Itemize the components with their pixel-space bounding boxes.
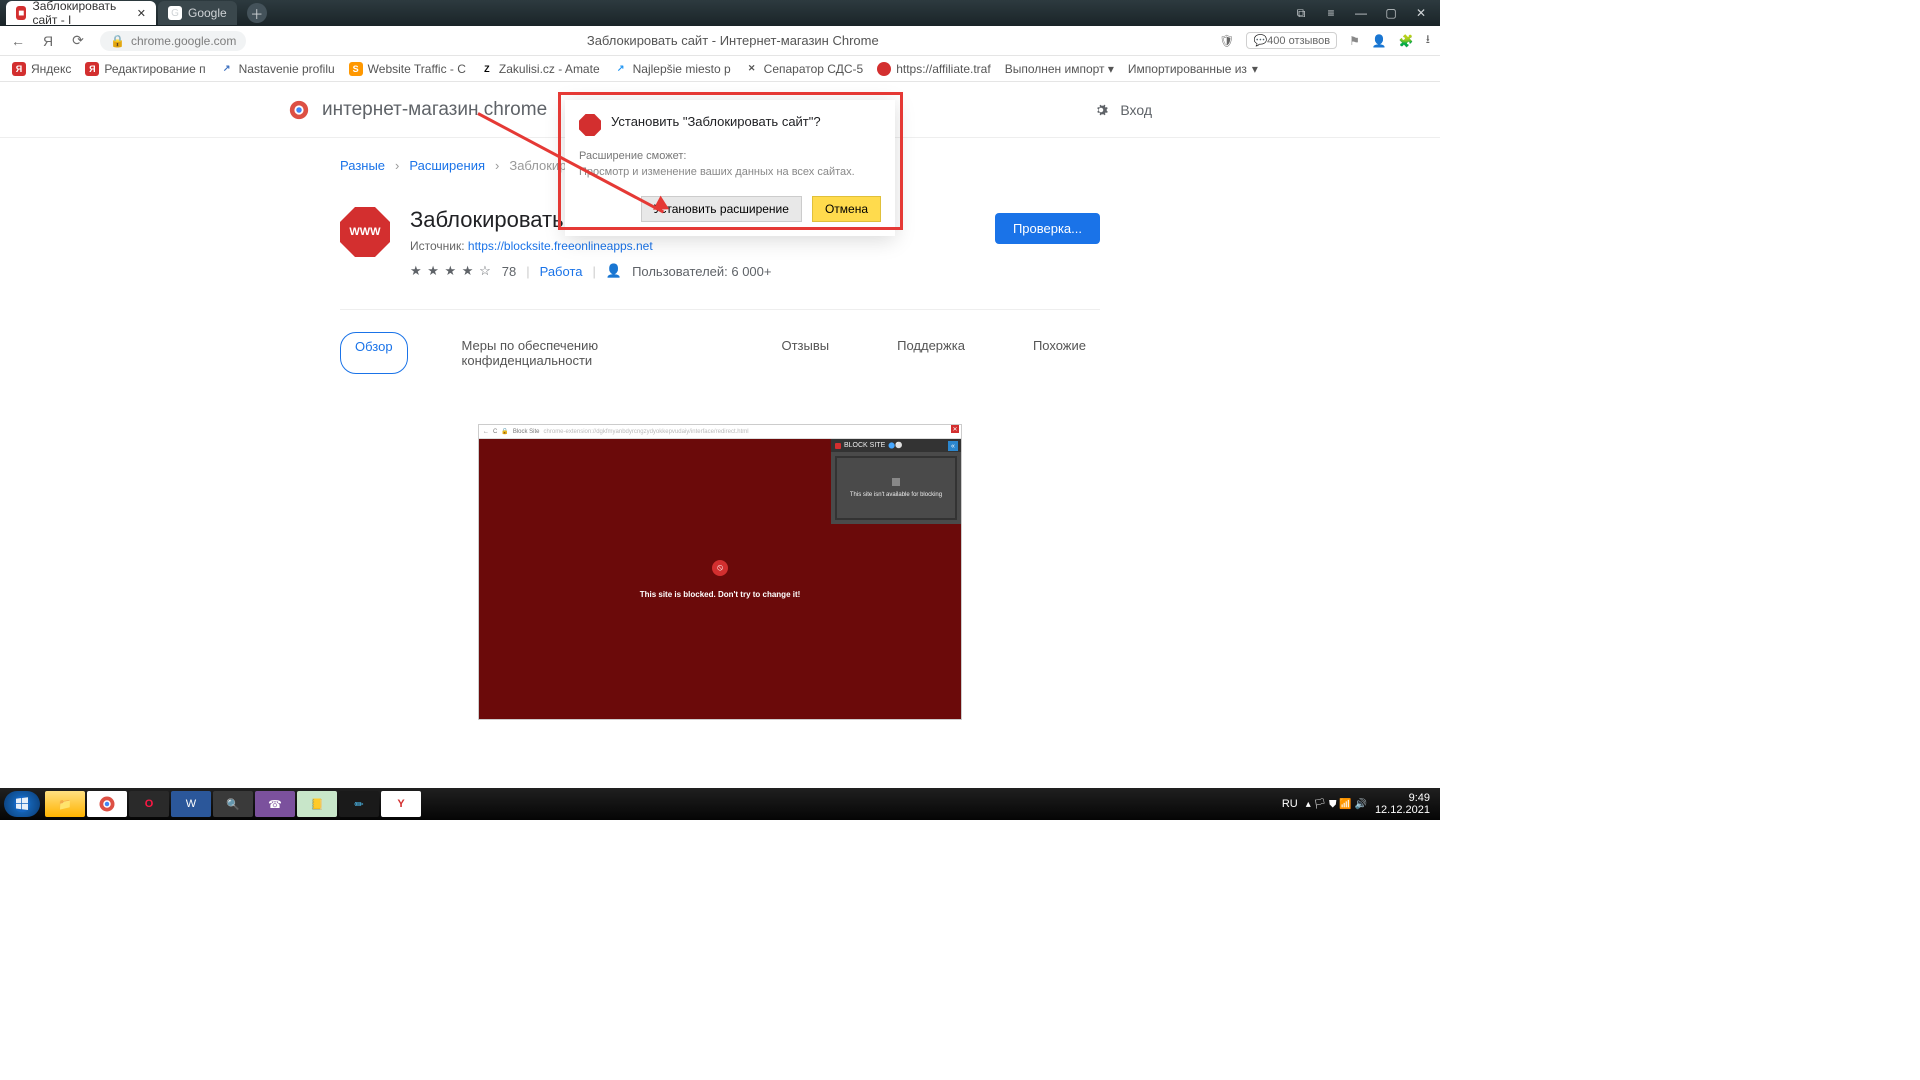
signin-link[interactable]: Вход [1092,101,1152,119]
install-check-button[interactable]: Проверка... [995,213,1100,244]
dialog-extension-icon [579,114,601,136]
reviews-pill[interactable]: 💬400 отзывов [1246,32,1337,49]
protect-icon[interactable]: 🛡 [1219,34,1234,48]
store-brand[interactable]: интернет-магазин chrome [288,99,547,121]
extension-icon: WWW [340,207,390,257]
extension-source: Источник: https://blocksite.freeonlineap… [410,239,772,253]
extension-tabs: Обзор Меры по обеспечению конфиденциальн… [340,332,1100,374]
bookmark-item[interactable]: ↗Najlepšie miesto p [614,62,731,76]
blocked-message: This site is blocked. Don't try to chang… [640,590,801,599]
bookmark-folder[interactable]: Выполнен импорт ▾ [1005,62,1114,76]
minimize-button[interactable]: — [1352,6,1370,21]
taskbar-language[interactable]: RU [1282,798,1298,810]
cancel-button[interactable]: Отмена [812,196,881,222]
address-bar[interactable]: 🔒 chrome.google.com [100,31,246,51]
bookmark-icon[interactable]: ⚑ [1349,34,1360,48]
chevron-right-icon: › [395,158,399,173]
chrome-store-logo-icon [288,99,310,121]
windows-taskbar: 📁 O W 🔍 ☎ 📒 ✏ Y RU ▴ 🏳 ⛊ 📶 🔊 9:49 12.12.… [0,788,1440,820]
dialog-title: Установить "Заблокировать сайт"? [611,114,821,129]
bookmark-item[interactable]: ZZakulisi.cz - Amate [480,62,600,76]
taskbar-app-chrome[interactable] [87,791,127,817]
bookmark-item[interactable]: ЯРедактирование п [85,62,205,76]
rating-count: 78 [502,264,516,279]
tablo-icon[interactable]: ⧉ [1292,6,1310,21]
category-link[interactable]: Работа [540,264,583,279]
browser-tab-inactive[interactable]: G Google [158,1,237,25]
bookmark-folder[interactable]: Импортированные из ▾ [1128,62,1258,76]
users-count: Пользователей: 6 000+ [632,264,771,279]
popup-close-icon: « [948,441,958,451]
favicon-icon: G [168,6,182,20]
taskbar-app-magnifier[interactable]: 🔍 [213,791,253,817]
install-dialog: Установить "Заблокировать сайт"? Расшире… [565,100,895,236]
breadcrumb-home[interactable]: Разные [340,158,385,173]
downloads-icon[interactable]: ⭳ [1426,30,1430,51]
tab-label: Заблокировать сайт - I [32,0,126,27]
tab-close-icon[interactable]: ✕ [137,7,146,20]
maximize-button[interactable]: ▢ [1382,6,1400,21]
taskbar-app-viber[interactable]: ☎ [255,791,295,817]
dialog-subtitle: Расширение сможет: [579,150,881,162]
taskbar-app-opera[interactable]: O [129,791,169,817]
tray-icons[interactable]: ▴ 🏳 ⛊ 📶 🔊 [1306,799,1367,810]
tab-label: Google [188,6,227,20]
browser-toolbar: ← Я ⟳ 🔒 chrome.google.com Заблокировать … [0,26,1440,56]
lock-icon: 🔒 [110,34,125,48]
yandex-home-icon[interactable]: Я [40,33,56,49]
screenshot-close-icon: ✕ [951,425,959,433]
bookmark-item[interactable]: ↗Nastavenie profilu [220,62,335,76]
favicon-icon: ■ [16,6,26,20]
bookmark-item[interactable]: ЯЯндекс [12,62,71,76]
star-rating-icon: ★ ★ ★ ★ ☆ [410,263,492,279]
windows-logo-icon [13,795,31,813]
taskbar-clock[interactable]: 9:49 12.12.2021 [1375,792,1430,816]
close-window-button[interactable]: ✕ [1412,6,1430,21]
chevron-right-icon: › [495,158,499,173]
taskbar-app-paint[interactable]: ✏ [339,791,379,817]
extensions-icon[interactable]: 🧩 [1399,34,1414,48]
window-titlebar: ■ Заблокировать сайт - I ✕ G Google ＋ ⧉ … [0,0,1440,26]
screenshot-body: ⦸ This site is blocked. Don't try to cha… [479,439,961,719]
page-title: Заблокировать сайт - Интернет-магазин Ch… [260,33,1205,48]
back-button[interactable]: ← [10,33,26,49]
bookmarks-bar: ЯЯндекс ЯРедактирование п ↗Nastavenie pr… [0,56,1440,82]
divider [340,309,1100,310]
tab-overview[interactable]: Обзор [340,332,408,374]
tab-support[interactable]: Поддержка [883,332,979,374]
screenshot-popup: BLOCK SITE ⬤⚪ « This site isn't availabl… [831,439,961,524]
url-text: chrome.google.com [131,34,236,48]
gear-icon [1092,101,1110,119]
profile-icon[interactable]: 👤 [1372,34,1387,48]
start-button[interactable] [4,791,40,817]
extension-screenshot: ←C🔒 Block Site chrome-extension://dgkfmy… [478,424,962,720]
block-icon: ⦸ [712,560,728,576]
new-tab-button[interactable]: ＋ [247,3,267,23]
taskbar-app-yandex[interactable]: Y [381,791,421,817]
browser-tab-active[interactable]: ■ Заблокировать сайт - I ✕ [6,1,156,25]
tab-reviews[interactable]: Отзывы [767,332,843,374]
taskbar-app-notes[interactable]: 📒 [297,791,337,817]
dialog-permission: Просмотр и изменение ваших данных на все… [579,166,881,178]
tab-privacy[interactable]: Меры по обеспечению конфиденциальности [448,332,728,374]
reload-button[interactable]: ⟳ [70,32,86,49]
bookmark-item[interactable]: ✕Сепаратор СДС-5 [745,62,864,76]
taskbar-app-word[interactable]: W [171,791,211,817]
bookmark-item[interactable]: SWebsite Traffic - C [349,62,466,76]
screenshot-addressbar: ←C🔒 Block Site chrome-extension://dgkfmy… [479,425,961,439]
breadcrumb-ext[interactable]: Расширения [409,158,485,173]
taskbar-app-explorer[interactable]: 📁 [45,791,85,817]
tab-related[interactable]: Похожие [1019,332,1100,374]
extension-source-link[interactable]: https://blocksite.freeonlineapps.net [468,239,653,253]
extension-stats: ★ ★ ★ ★ ☆ 78 | Работа | 👤 Пользователей:… [410,263,772,279]
menu-icon[interactable]: ≡ [1322,6,1340,21]
toggle-icon: ⬤⚪ [888,442,902,449]
bookmark-item[interactable]: https://affiliate.traf [877,62,991,76]
user-icon: 👤 [606,263,622,279]
